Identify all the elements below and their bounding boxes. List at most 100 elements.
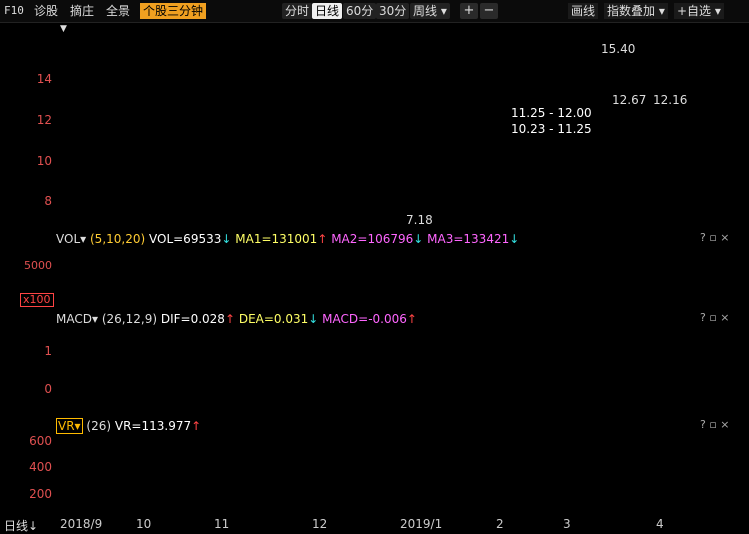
- zhaipei-button[interactable]: 摘庄: [70, 3, 94, 19]
- vr-tick: 400: [29, 460, 52, 474]
- period-tab-weekly[interactable]: 周线 ▾: [410, 3, 450, 19]
- index-overlay-button[interactable]: 指数叠加 ▾: [604, 3, 668, 19]
- volume-bar: [652, 286, 657, 307]
- candle-body: [553, 84, 558, 96]
- candle-body: [341, 189, 346, 193]
- vol-panel-controls[interactable]: ? ▫ ×: [700, 231, 730, 244]
- volume-bar: [487, 283, 492, 307]
- candle-body: [157, 175, 162, 181]
- xaxis-label: 4: [656, 517, 664, 531]
- volume-ma-line: [60, 261, 716, 302]
- volume-bar: [303, 300, 308, 307]
- candle-body: [143, 137, 148, 149]
- volume-bar: [463, 299, 469, 307]
- volume-bar: [671, 289, 676, 307]
- volume-bar: [204, 299, 209, 307]
- candle-body: [195, 181, 200, 185]
- candle-body: [704, 100, 709, 104]
- candle-body: [327, 185, 332, 189]
- f10-button[interactable]: F10: [4, 3, 24, 19]
- volume-bar: [251, 298, 257, 307]
- vol-label: VOL: [56, 232, 81, 246]
- candle-body: [105, 135, 110, 139]
- candle-body: [171, 179, 176, 185]
- candle-body: [261, 167, 266, 173]
- volume-bar: [364, 300, 370, 307]
- period-tab-30min[interactable]: 30分: [376, 3, 410, 19]
- candle-body: [595, 70, 600, 76]
- candle-body: [393, 200, 398, 204]
- vr-indicator-selector[interactable]: VR▾: [56, 418, 83, 434]
- candle-body: [232, 179, 237, 183]
- volume-bar: [124, 299, 129, 307]
- fullview-button[interactable]: 全景: [106, 3, 130, 19]
- volume-bar: [610, 275, 615, 307]
- event-diamond-icon: [128, 39, 134, 45]
- candle-body: [336, 187, 341, 191]
- candle-body: [279, 183, 284, 187]
- candle-body: [355, 194, 360, 198]
- high-price-label: 15.40: [601, 42, 636, 56]
- stock-chart-canvas[interactable]: BB B B BBSSSSSS: [0, 0, 749, 534]
- candle-body: [303, 183, 308, 186]
- volume-bar: [162, 298, 167, 307]
- period-tab-60min[interactable]: 60分: [343, 3, 377, 19]
- volume-bar: [176, 299, 181, 307]
- candle-body: [204, 185, 209, 189]
- vol-indicator-selector[interactable]: VOL▾: [56, 232, 86, 246]
- candle-body: [492, 165, 497, 173]
- candle-body: [713, 88, 718, 94]
- add-watchlist-button[interactable]: +自选 ▾: [674, 3, 724, 19]
- candle-body: [147, 147, 152, 163]
- candle-body: [501, 141, 506, 159]
- period-tab-fenshi[interactable]: 分时: [282, 3, 313, 19]
- volume-bar: [209, 299, 214, 307]
- candle-body: [374, 198, 379, 202]
- diagnose-button[interactable]: 诊股: [34, 3, 58, 19]
- zoom-out-button[interactable]: −: [480, 3, 498, 19]
- stock-3min-button[interactable]: 个股三分钟: [140, 3, 207, 19]
- macd-indicator-selector[interactable]: MACD▾: [56, 312, 98, 326]
- volume-bar: [548, 260, 553, 307]
- volume-bar: [237, 299, 242, 307]
- volume-bar: [336, 300, 341, 307]
- menu-arrow-icon[interactable]: ▼: [60, 24, 67, 34]
- candle-body: [237, 179, 242, 185]
- candle-body: [426, 202, 431, 206]
- vol-ma3: MA3=133421: [427, 232, 510, 246]
- candle-body: [312, 183, 317, 187]
- vr-panel-controls[interactable]: ? ▫ ×: [700, 418, 730, 431]
- volume-bar: [435, 299, 440, 307]
- candle-body: [218, 179, 223, 183]
- event-diamond-icon: [528, 39, 534, 45]
- candle-body: [180, 177, 185, 183]
- volume-bar: [199, 299, 205, 307]
- volume-bar: [581, 274, 586, 307]
- xaxis-mode-label: 日线: [4, 519, 29, 533]
- volume-bar: [628, 282, 634, 307]
- volume-bar: [148, 299, 153, 307]
- macd-dea: DEA=0.031: [238, 312, 309, 326]
- candle-body: [708, 88, 713, 104]
- macd-dif: DIF=0.028: [160, 312, 225, 326]
- volume-bar: [322, 300, 327, 307]
- candle-body: [496, 157, 501, 167]
- volume-bar: [572, 269, 577, 307]
- candle-body: [289, 183, 294, 187]
- candle-body: [591, 74, 596, 88]
- candle-body: [77, 135, 82, 139]
- candle-body: [100, 137, 105, 141]
- macd-panel-header: MACD▾ (26,12,9) DIF=0.028↑ DEA=0.031↓ MA…: [56, 311, 417, 327]
- macd-tick: 1: [44, 344, 52, 358]
- volume-bar: [529, 270, 535, 307]
- volume-bar: [614, 277, 619, 307]
- buy-signal-icon: B: [645, 123, 654, 138]
- volume-bar: [492, 279, 497, 307]
- period-tab-daily[interactable]: 日线: [312, 3, 343, 19]
- macd-panel-controls[interactable]: ? ▫ ×: [700, 311, 730, 324]
- zoom-in-button[interactable]: +: [460, 3, 478, 19]
- xaxis-mode-selector[interactable]: 日线↓: [4, 517, 38, 534]
- draw-line-button[interactable]: 画线: [568, 3, 599, 19]
- candle-body: [543, 74, 548, 88]
- vol-ma2: MA2=106796: [331, 232, 414, 246]
